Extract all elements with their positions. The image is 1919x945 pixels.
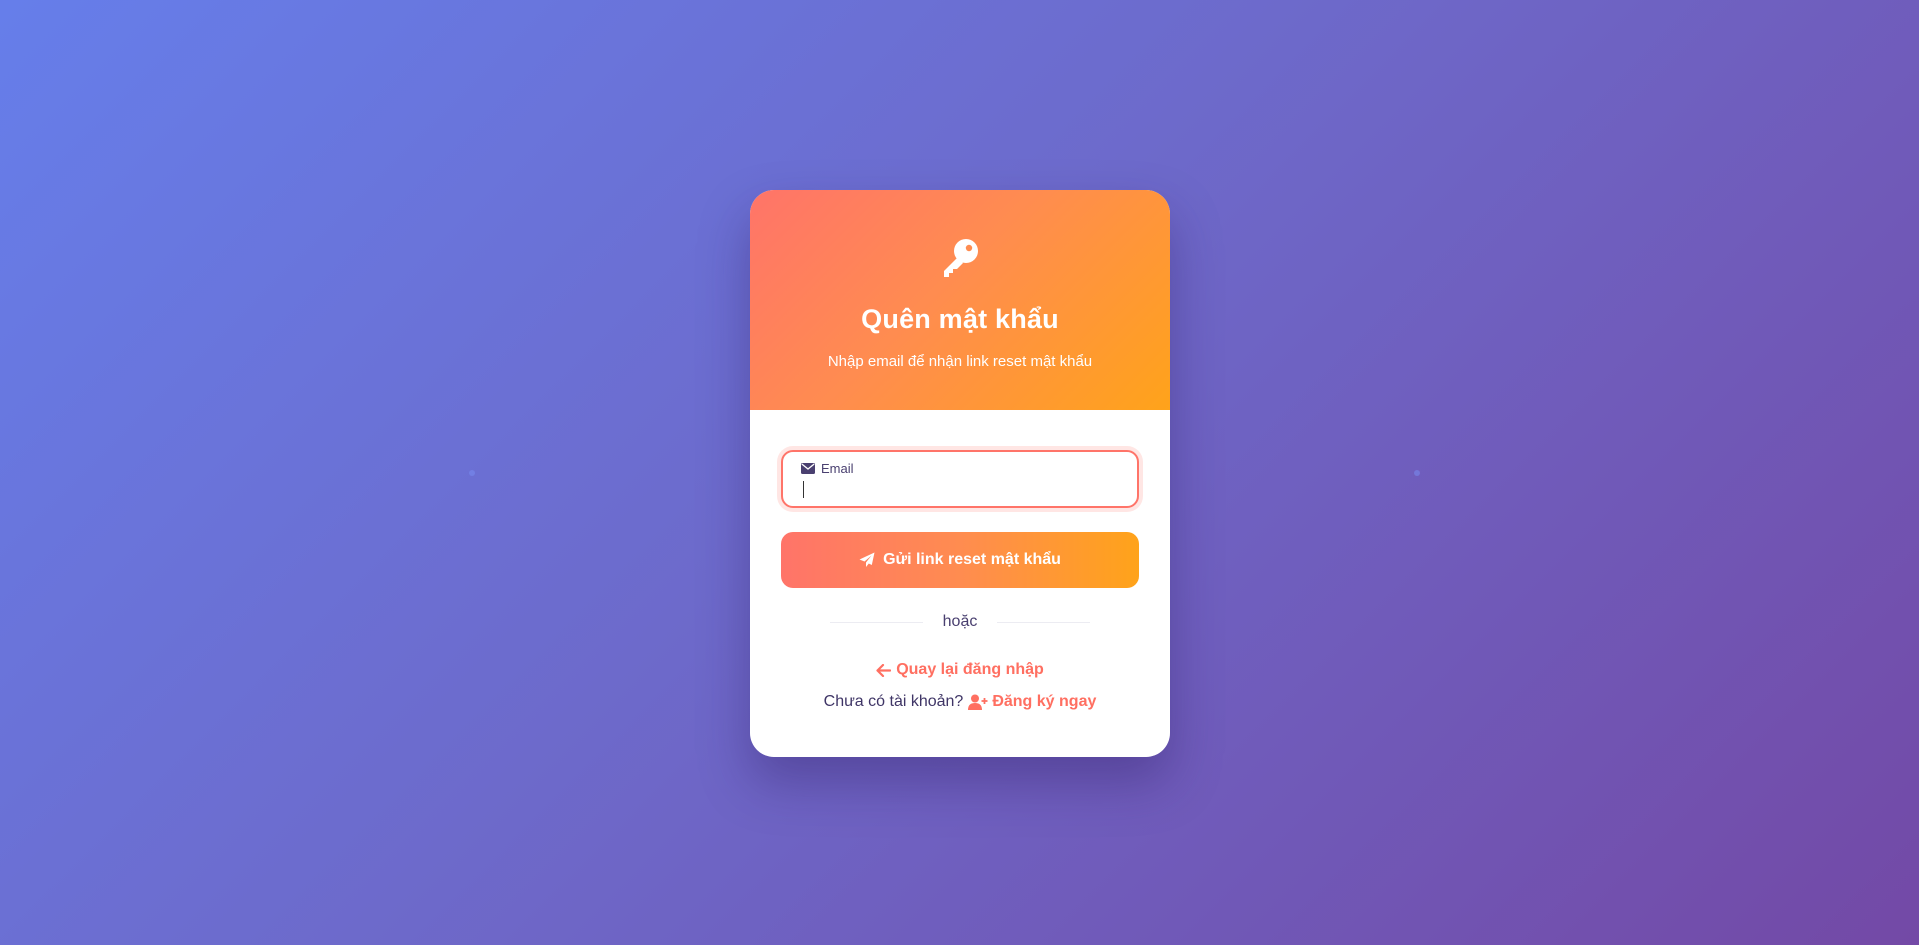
divider-line-left: [830, 621, 923, 623]
forgot-password-card: Quên mật khẩu Nhập email để nhận link re…: [750, 190, 1170, 757]
register-link[interactable]: Đăng ký ngay: [968, 693, 1096, 711]
email-label-text: Email: [821, 461, 854, 476]
email-label: Email: [801, 461, 854, 476]
card-body: Email Gửi link reset mật khẩu hoặc Quay …: [750, 410, 1170, 757]
no-account-text: Chưa có tài khoản?: [823, 693, 964, 710]
send-reset-link-button[interactable]: Gửi link reset mật khẩu: [781, 532, 1139, 588]
decorative-dot-left: [469, 470, 475, 476]
key-icon: [944, 239, 978, 277]
envelope-icon: [801, 463, 815, 474]
back-to-login: Quay lại đăng nhập: [750, 661, 1170, 682]
register-prompt: Chưa có tài khoản? Đăng ký ngay: [750, 693, 1170, 711]
user-plus-icon: [968, 694, 988, 710]
decorative-dot-right: [1414, 470, 1420, 476]
or-divider: hoặc: [830, 611, 1091, 633]
register-label: Đăng ký ngay: [992, 693, 1097, 710]
page-subtitle: Nhập email để nhận link reset mật khẩu: [827, 353, 1093, 370]
paper-plane-icon: [859, 552, 875, 567]
email-field-group[interactable]: Email: [781, 450, 1139, 508]
text-caret: [803, 481, 804, 498]
card-header: Quên mật khẩu Nhập email để nhận link re…: [750, 190, 1170, 410]
back-to-login-label: Quay lại đăng nhập: [896, 661, 1044, 678]
email-input[interactable]: [801, 479, 1117, 499]
divider-line-right: [997, 621, 1091, 623]
send-reset-link-label: Gửi link reset mật khẩu: [883, 551, 1061, 568]
page-title: Quên mật khẩu: [861, 304, 1059, 334]
divider-text: hoặc: [942, 613, 978, 630]
arrow-left-icon: [876, 663, 892, 677]
back-to-login-link[interactable]: Quay lại đăng nhập: [876, 661, 1044, 679]
